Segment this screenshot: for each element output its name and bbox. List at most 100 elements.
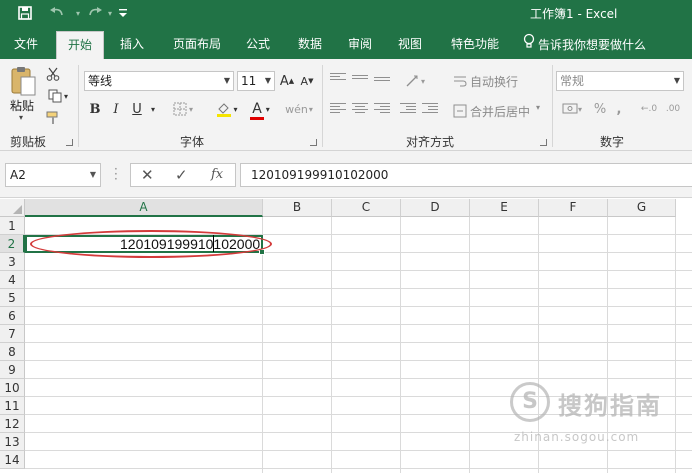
comma-button[interactable]: , — [612, 99, 626, 119]
column-header-c[interactable]: C — [332, 199, 401, 217]
align-right-icon[interactable] — [374, 103, 390, 115]
row-header-4[interactable]: 4 — [0, 271, 25, 289]
tab-special-features[interactable]: 特色功能 — [442, 31, 508, 59]
customize-icon[interactable] — [116, 4, 130, 22]
formula-input[interactable]: 120109199910102000 — [240, 163, 692, 187]
italic-button[interactable]: I — [108, 99, 124, 119]
percent-button[interactable]: % — [592, 99, 608, 119]
gridline — [331, 217, 332, 473]
fill-color-icon[interactable]: ▾ — [212, 99, 242, 119]
row-header-11[interactable]: 11 — [0, 397, 25, 415]
watermark-text: 搜狗指南 — [558, 392, 662, 420]
borders-icon[interactable]: ▾ — [168, 99, 198, 119]
phonetic-icon[interactable]: wén ▾ — [284, 99, 314, 119]
gridline — [25, 450, 692, 451]
column-header-a[interactable]: A — [25, 199, 263, 217]
underline-button[interactable]: U — [128, 99, 146, 119]
bold-button[interactable]: B — [86, 99, 104, 119]
tab-view[interactable]: 视图 — [388, 31, 432, 59]
column-header-b[interactable]: B — [263, 199, 332, 217]
group-separator — [552, 65, 553, 147]
merge-center-icon[interactable] — [452, 101, 468, 121]
shrink-font-button[interactable]: A ▼ — [298, 71, 316, 91]
gridline — [262, 217, 263, 473]
tell-me-box[interactable]: 告诉我你想要做什么 — [523, 31, 646, 59]
align-center-icon[interactable] — [352, 103, 368, 115]
row-header-8[interactable]: 8 — [0, 343, 25, 361]
align-left-icon[interactable] — [330, 103, 346, 115]
clipboard-launcher-icon[interactable] — [66, 139, 73, 146]
tab-data[interactable]: 数据 — [288, 31, 332, 59]
increase-indent-icon[interactable] — [422, 103, 438, 115]
tab-insert[interactable]: 插入 — [110, 31, 154, 59]
merge-center-dropdown-icon[interactable]: ▾ — [536, 103, 540, 112]
formula-buttons: ✕ ✓ fx — [130, 163, 236, 187]
row-header-6[interactable]: 6 — [0, 307, 25, 325]
window-title: 工作簿1 - Excel — [530, 7, 618, 21]
column-header-g[interactable]: G — [608, 199, 676, 217]
format-painter-icon[interactable] — [43, 108, 63, 128]
align-middle-icon[interactable] — [352, 75, 368, 87]
copy-icon[interactable]: ▾ — [43, 86, 73, 106]
grow-font-button[interactable]: A ▲ — [278, 71, 296, 91]
font-launcher-icon[interactable] — [310, 139, 317, 146]
wrap-text-label[interactable]: 自动换行 — [470, 73, 518, 90]
alignment-launcher-icon[interactable] — [540, 139, 547, 146]
undo-icon[interactable] — [44, 4, 70, 22]
column-header-e[interactable]: E — [470, 199, 539, 217]
formula-bar-grip-icon[interactable]: · · · — [114, 163, 118, 185]
insert-function-icon[interactable]: fx — [211, 167, 223, 182]
underline-dropdown-icon[interactable]: ▾ — [148, 99, 158, 119]
align-top-icon[interactable] — [330, 73, 346, 85]
align-bottom-icon[interactable] — [374, 77, 390, 89]
gridline — [25, 270, 692, 271]
currency-format-icon[interactable]: ▾ — [556, 99, 588, 119]
increase-decimal-icon[interactable]: ←.0 — [638, 99, 660, 119]
font-name-combo[interactable]: 等线 ▼ — [84, 71, 234, 91]
gridline — [25, 378, 692, 379]
tab-page-layout[interactable]: 页面布局 — [164, 31, 230, 59]
group-separator — [78, 65, 79, 147]
row-header-2[interactable]: 2 — [0, 235, 25, 253]
number-format-combo[interactable]: 常规 ▼ — [556, 71, 684, 91]
redo-dropdown-icon[interactable]: ▾ — [104, 4, 116, 22]
cancel-icon[interactable]: ✕ — [141, 166, 154, 184]
row-header-3[interactable]: 3 — [0, 253, 25, 271]
row-header-12[interactable]: 12 — [0, 415, 25, 433]
font-color-icon[interactable]: A ▾ — [246, 99, 276, 120]
row-header-9[interactable]: 9 — [0, 361, 25, 379]
paste-dropdown-icon[interactable]: ▾ — [19, 113, 23, 122]
merge-center-label[interactable]: 合并后居中 — [470, 103, 530, 120]
row-header-7[interactable]: 7 — [0, 325, 25, 343]
row-header-14[interactable]: 14 — [0, 451, 25, 469]
column-header-d[interactable]: D — [401, 199, 470, 217]
tab-home[interactable]: 开始 — [56, 31, 104, 59]
save-icon[interactable] — [14, 4, 36, 22]
name-box[interactable]: A2 ▼ — [5, 163, 101, 187]
tab-file[interactable]: 文件 — [4, 31, 48, 59]
row-header-1[interactable]: 1 — [0, 217, 25, 235]
wrap-text-icon[interactable] — [452, 71, 468, 91]
paste-icon[interactable] — [9, 65, 37, 97]
gridline — [25, 468, 692, 469]
tab-formulas[interactable]: 公式 — [236, 31, 280, 59]
watermark-url: zhinan.sogou.com — [514, 430, 640, 444]
font-size-combo[interactable]: 11 ▼ — [237, 71, 275, 91]
gridline — [400, 217, 401, 473]
row-header-5[interactable]: 5 — [0, 289, 25, 307]
orientation-icon[interactable]: ▾ — [400, 71, 430, 91]
gridline — [675, 217, 676, 473]
row-header-10[interactable]: 10 — [0, 379, 25, 397]
column-header-f[interactable]: F — [539, 199, 608, 217]
row-header-13[interactable]: 13 — [0, 433, 25, 451]
decrease-indent-icon[interactable] — [400, 103, 416, 115]
cut-icon[interactable] — [43, 64, 63, 84]
select-all-button[interactable] — [0, 199, 25, 217]
gridline — [25, 360, 692, 361]
tab-review[interactable]: 审阅 — [338, 31, 382, 59]
decrease-decimal-icon[interactable]: .00 — [662, 99, 684, 119]
gridline — [469, 217, 470, 473]
paste-label[interactable]: 粘贴 — [10, 97, 34, 114]
enter-icon[interactable]: ✓ — [175, 166, 188, 184]
sogou-logo: S — [510, 382, 550, 422]
